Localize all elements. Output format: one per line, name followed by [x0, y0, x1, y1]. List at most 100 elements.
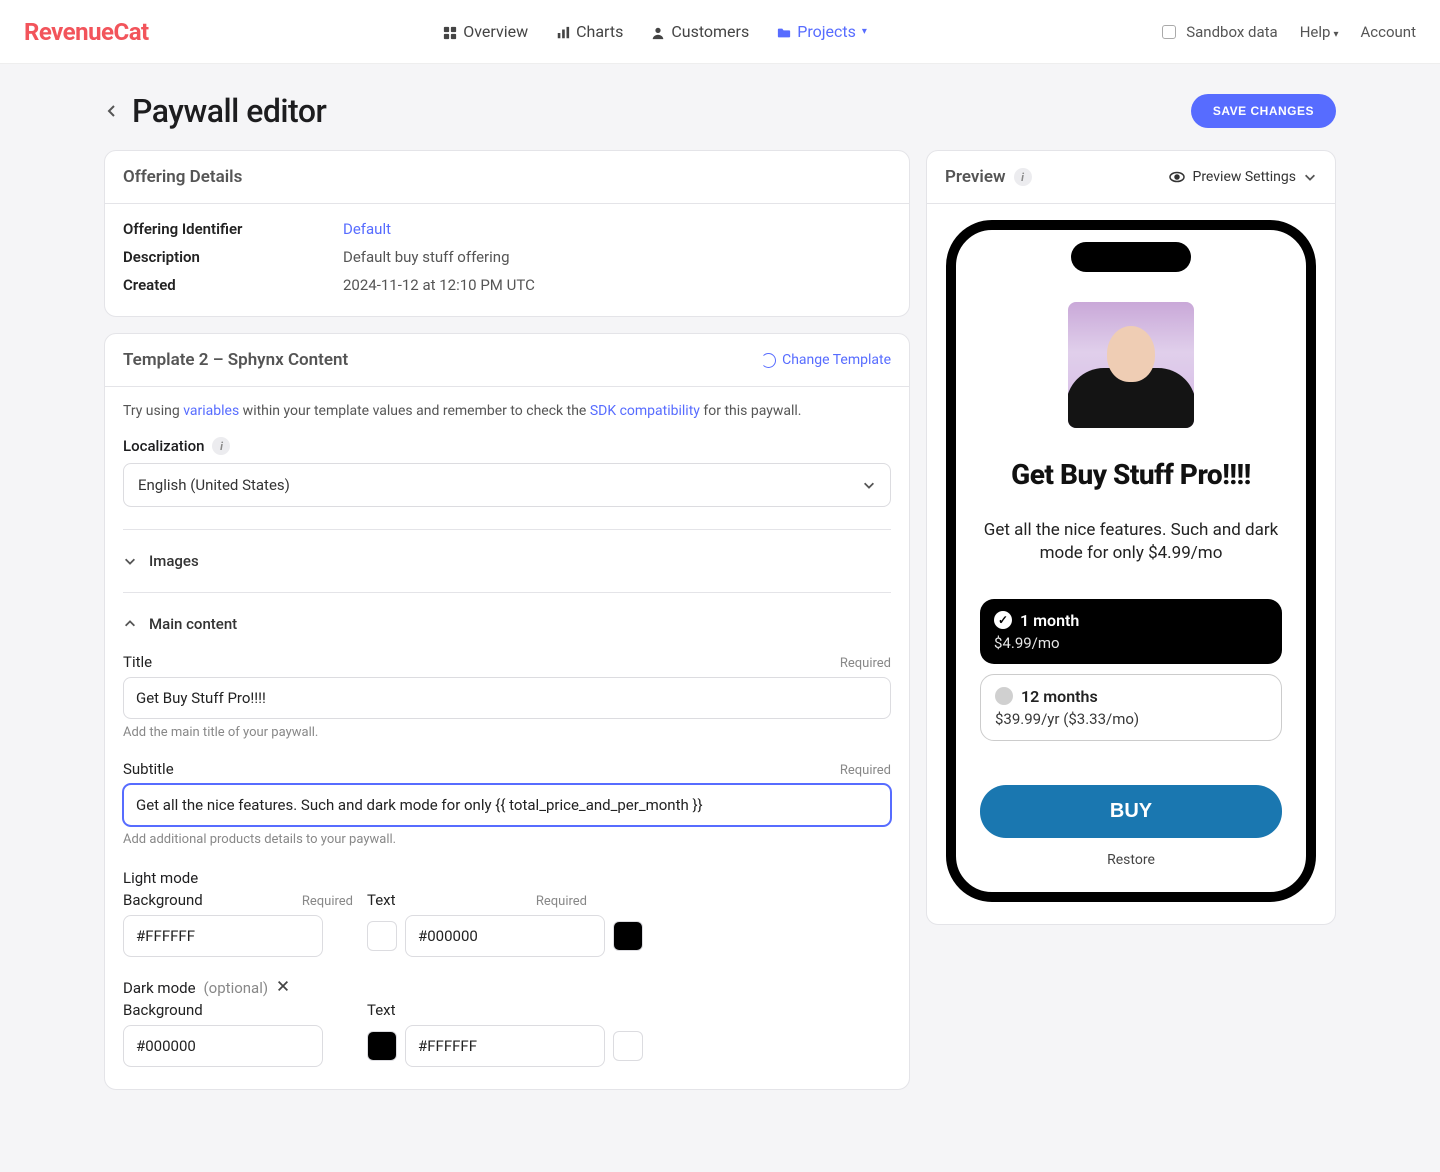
restore-button[interactable]: Restore: [1107, 852, 1155, 868]
required-tag: Required: [302, 894, 353, 909]
background-label: Background: [123, 891, 203, 909]
plan-option-1[interactable]: 1 month $4.99/mo: [980, 599, 1282, 664]
lightmode-label: Light mode: [123, 869, 891, 887]
plan1-price: $4.99/mo: [994, 634, 1268, 652]
phone-mock: Get Buy Stuff Pro!!!! Get all the nice f…: [946, 220, 1316, 902]
offering-created-value: 2024-11-12 at 12:10 PM UTC: [343, 276, 535, 294]
title-label: Title: [123, 653, 152, 671]
change-template-label: Change Template: [782, 352, 891, 368]
chevron-down-icon: ▾: [862, 26, 867, 37]
nav-right: Sandbox data Help▾ Account: [1162, 23, 1417, 41]
preview-settings-label: Preview Settings: [1192, 169, 1296, 185]
info-icon[interactable]: i: [212, 437, 230, 455]
title-help: Add the main title of your paywall.: [123, 725, 891, 740]
localization-label: Localization: [123, 437, 204, 455]
template-hint: Try using variables within your template…: [123, 403, 891, 419]
nav-account[interactable]: Account: [1360, 23, 1416, 41]
buy-button[interactable]: BUY: [980, 785, 1282, 838]
chevron-down-icon: ▾: [1333, 29, 1338, 40]
checkbox-icon: [1162, 25, 1176, 39]
user-icon: [651, 25, 665, 39]
plan2-name: 12 months: [1021, 687, 1098, 706]
info-icon[interactable]: i: [1014, 168, 1032, 186]
paywall-subtitle: Get all the nice features. Such and dark…: [980, 519, 1282, 565]
dark-bg-swatch[interactable]: [367, 1031, 397, 1061]
page-header: Paywall editor SAVE CHANGES: [104, 92, 1336, 130]
dark-text-swatch[interactable]: [613, 1031, 643, 1061]
preview-card: Preview i Preview Settings: [926, 150, 1336, 925]
nav-customers[interactable]: Customers: [651, 22, 749, 41]
main-content-label: Main content: [149, 615, 237, 633]
offering-identifier-value[interactable]: Default: [343, 220, 391, 238]
localization-select[interactable]: English (United States): [123, 463, 891, 507]
bar-chart-icon: [556, 25, 570, 39]
nav-help[interactable]: Help▾: [1300, 23, 1339, 41]
plan-option-2[interactable]: 12 months $39.99/yr ($3.33/mo): [980, 674, 1282, 741]
nav-charts-label: Charts: [576, 22, 623, 41]
localization-value: English (United States): [138, 476, 290, 494]
nav-charts[interactable]: Charts: [556, 22, 623, 41]
paywall-avatar: [1068, 302, 1194, 428]
top-nav: RevenueCat Overview Charts Customers Pro…: [0, 0, 1440, 64]
sdk-compat-link[interactable]: SDK compatibility: [590, 403, 700, 419]
required-tag: Required: [536, 894, 587, 909]
variables-link[interactable]: variables: [183, 403, 239, 419]
images-section-toggle[interactable]: Images: [123, 552, 891, 570]
offering-identifier-label: Offering Identifier: [123, 220, 343, 238]
darkmode-label: Dark mode: [123, 979, 196, 997]
nav-projects-label: Projects: [797, 22, 856, 41]
preview-settings-button[interactable]: Preview Settings: [1169, 169, 1317, 185]
change-template-button[interactable]: Change Template: [761, 352, 891, 368]
eye-icon: [1169, 169, 1185, 185]
light-text-swatch[interactable]: [613, 921, 643, 951]
paywall-title: Get Buy Stuff Pro!!!!: [1011, 458, 1251, 491]
page-title: Paywall editor: [132, 92, 326, 130]
preview-title: Preview: [945, 167, 1006, 187]
logo[interactable]: RevenueCat: [24, 18, 149, 46]
chevron-down-icon: [862, 478, 876, 492]
save-changes-button[interactable]: SAVE CHANGES: [1191, 94, 1336, 128]
plan1-name: 1 month: [1020, 611, 1079, 630]
title-input[interactable]: [123, 677, 891, 719]
phone-notch: [1071, 242, 1191, 272]
dark-bg-input[interactable]: [123, 1025, 323, 1067]
grid-icon: [443, 25, 457, 39]
nav-projects[interactable]: Projects ▾: [777, 22, 867, 41]
offering-details-card: Offering Details Offering Identifier Def…: [104, 150, 910, 317]
subtitle-label: Subtitle: [123, 760, 174, 778]
nav-overview-label: Overview: [463, 22, 528, 41]
required-tag: Required: [840, 763, 891, 778]
plan2-price: $39.99/yr ($3.33/mo): [995, 710, 1267, 728]
darkmode-remove-button[interactable]: [276, 979, 290, 997]
offering-description-label: Description: [123, 248, 343, 266]
offering-details-title: Offering Details: [123, 167, 242, 187]
folder-icon: [777, 25, 791, 39]
back-button[interactable]: [104, 103, 120, 119]
nav-customers-label: Customers: [671, 22, 749, 41]
images-label: Images: [149, 552, 199, 570]
text-color-label: Text: [367, 891, 396, 909]
subtitle-input[interactable]: [123, 784, 891, 826]
sandbox-toggle[interactable]: Sandbox data: [1162, 23, 1278, 41]
nav-help-label: Help: [1300, 23, 1331, 41]
light-text-input[interactable]: [405, 915, 605, 957]
subtitle-help: Add additional products details to your …: [123, 832, 891, 847]
offering-created-label: Created: [123, 276, 343, 294]
sandbox-label: Sandbox data: [1186, 23, 1277, 41]
refresh-icon: [761, 353, 776, 368]
chevron-down-icon: [123, 554, 137, 568]
main-content-section-toggle[interactable]: Main content: [123, 615, 891, 633]
nav-center: Overview Charts Customers Projects ▾: [149, 22, 1162, 41]
background-label: Background: [123, 1001, 203, 1019]
check-circle-icon: [994, 611, 1012, 629]
template-content-card: Template 2 – Sphynx Content Change Templ…: [104, 333, 910, 1090]
chevron-up-icon: [123, 617, 137, 631]
radio-unchecked-icon: [995, 687, 1013, 705]
dark-text-input[interactable]: [405, 1025, 605, 1067]
light-bg-input[interactable]: [123, 915, 323, 957]
page: Paywall editor SAVE CHANGES Offering Det…: [80, 64, 1360, 1154]
text-color-label: Text: [367, 1001, 396, 1019]
required-tag: Required: [840, 656, 891, 671]
nav-overview[interactable]: Overview: [443, 22, 528, 41]
light-bg-swatch[interactable]: [367, 921, 397, 951]
